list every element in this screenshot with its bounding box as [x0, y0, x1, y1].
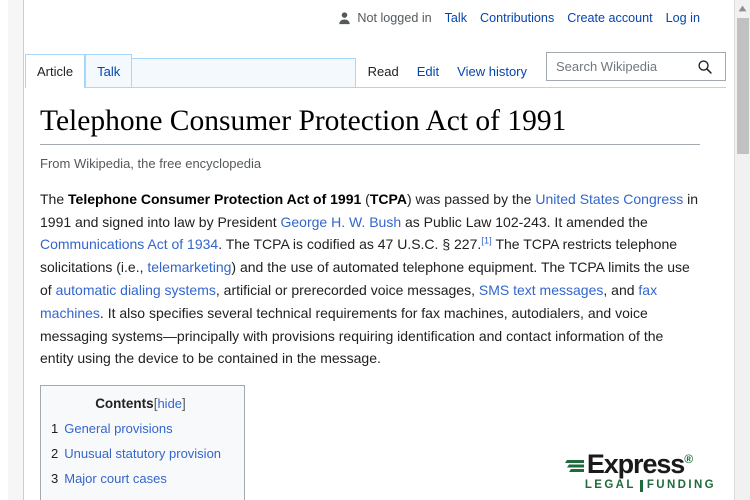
- personal-link-create-account[interactable]: Create account: [567, 12, 652, 25]
- toc-item-2-number: 2: [51, 446, 59, 462]
- tab-talk[interactable]: Talk: [85, 54, 133, 87]
- toc-bracket-close: ]: [182, 396, 186, 412]
- logo-legal-text: LEGAL: [584, 479, 636, 492]
- toc-item-2[interactable]: 2 Unusual statutory provision: [51, 442, 230, 467]
- express-legal-funding-logo: Express® LEGAL FUNDING: [563, 451, 716, 492]
- toc-item-3-label[interactable]: Major court cases: [64, 471, 167, 486]
- user-icon: [338, 11, 351, 25]
- table-of-contents: Contents[hide] 1 General provisions 2 Unus…: [40, 385, 245, 500]
- tab-bar-filler: [132, 58, 357, 87]
- not-logged-in-label: Not logged in: [357, 10, 432, 25]
- logo-registered-mark: ®: [684, 452, 693, 466]
- scrollbar-thumb[interactable]: [737, 18, 749, 154]
- toc-item-3[interactable]: 3 Major court cases: [51, 467, 230, 492]
- lead-text-9: , artificial or prerecorded voice messag…: [215, 282, 479, 299]
- wikipedia-article-page: Not logged in Talk Contributions Create …: [0, 0, 750, 500]
- logo-express-text: Express®: [586, 449, 693, 479]
- toc-list: 1 General provisions 2 Unusual statutory p…: [51, 417, 230, 492]
- lead-text-3: ) was passed by the: [406, 190, 536, 207]
- vertical-scrollbar[interactable]: [734, 0, 750, 500]
- lead-paragraph: The Telephone Consumer Protection Act of…: [40, 173, 700, 371]
- search-input[interactable]: [547, 53, 695, 80]
- link-united-states-congress[interactable]: United States Congress: [535, 191, 683, 207]
- scroll-up-arrow-icon[interactable]: [735, 0, 750, 16]
- toc-item-1[interactable]: 1 General provisions: [51, 417, 230, 442]
- toc-item-1-label[interactable]: General provisions: [64, 421, 172, 436]
- link-sms-text-messages[interactable]: SMS text messages: [479, 282, 604, 298]
- search-box[interactable]: [546, 52, 726, 81]
- logo-funding-text: FUNDING: [646, 479, 716, 492]
- link-communications-act-1934[interactable]: Communications Act of 1934: [40, 236, 218, 252]
- toc-heading-label: Contents: [95, 396, 154, 412]
- namespace-tabs: Article Talk: [25, 54, 357, 88]
- citation-ref-1[interactable]: [1]: [481, 236, 492, 247]
- lead-text-5: as Public Law 102-243. It amended the: [401, 213, 648, 230]
- logo-tagline-row: LEGAL FUNDING: [585, 480, 716, 492]
- toc-hide-toggle[interactable]: hide: [157, 396, 182, 411]
- logo-wordmark-row: Express®: [563, 449, 693, 479]
- toc-item-3-number: 3: [51, 470, 59, 486]
- tab-read[interactable]: Read: [359, 55, 408, 87]
- logo-bars-icon: [563, 454, 585, 476]
- page-title: Telephone Consumer Protection Act of 199…: [40, 88, 700, 145]
- article-content: Telephone Consumer Protection Act of 199…: [25, 88, 726, 500]
- lead-text-6: . The TCPA is codified as 47 U.S.C. § 22…: [218, 236, 482, 253]
- personal-link-contributions[interactable]: Contributions: [480, 12, 554, 25]
- logo-divider: [639, 480, 643, 492]
- link-george-hw-bush[interactable]: George H. W. Bush: [281, 214, 402, 230]
- lead-text-1: The: [40, 190, 69, 207]
- tab-article[interactable]: Article: [25, 54, 86, 88]
- tab-bar: Article Talk Read Edit View history: [25, 36, 726, 88]
- citation-ref-1-link[interactable]: [1]: [481, 236, 492, 247]
- personal-link-talk[interactable]: Talk: [445, 12, 467, 25]
- tab-edit[interactable]: Edit: [408, 55, 448, 87]
- not-logged-in-indicator: Not logged in: [338, 10, 432, 25]
- toc-item-2-label[interactable]: Unusual statutory provision: [64, 446, 221, 461]
- tab-view-history[interactable]: View history: [448, 55, 536, 87]
- view-tabs: Read Edit View history: [359, 52, 726, 87]
- lead-text-2: (: [361, 190, 370, 207]
- lead-bold-abbr: TCPA: [369, 190, 407, 207]
- logo-express-word: Express: [586, 449, 685, 479]
- lead-bold-term: Telephone Consumer Protection Act of 199…: [68, 190, 362, 207]
- site-subtitle: From Wikipedia, the free encyclopedia: [40, 155, 262, 171]
- link-automatic-dialing-systems[interactable]: automatic dialing systems: [56, 282, 216, 298]
- search-icon[interactable]: [695, 59, 713, 75]
- link-telemarketing[interactable]: telemarketing: [147, 259, 231, 275]
- toc-item-1-number: 1: [51, 421, 59, 437]
- personal-toolbar: Not logged in Talk Contributions Create …: [24, 0, 726, 36]
- toc-header: Contents[hide]: [51, 394, 230, 417]
- page-left-margin: [0, 0, 8, 500]
- personal-link-log-in[interactable]: Log in: [666, 12, 700, 25]
- lead-text-10: , and: [603, 282, 639, 299]
- lead-text-11: . It also specifies several technical re…: [40, 304, 664, 367]
